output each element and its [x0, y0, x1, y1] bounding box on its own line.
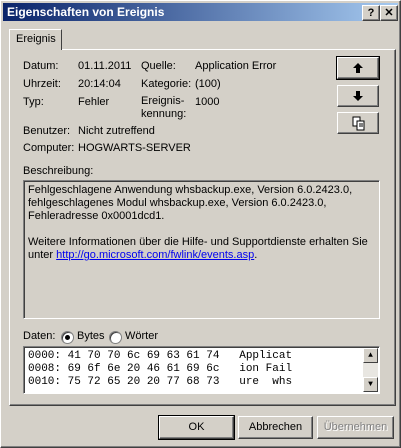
description-line-5-prefix: unter: [28, 249, 57, 261]
tab-ereignis[interactable]: Ereignis: [9, 29, 62, 50]
quelle-value: Application Error: [195, 60, 277, 72]
ok-button[interactable]: OK: [158, 415, 235, 440]
help-link[interactable]: http://go.microsoft.com/fwlink/events.as…: [56, 249, 254, 261]
computer-label: Computer:: [23, 142, 75, 154]
apply-button[interactable]: Übernehmen: [317, 416, 394, 439]
data-hex-box[interactable]: 0000: 41 70 70 6c 69 63 61 74 Applicat 0…: [23, 346, 380, 394]
description-label: Beschreibung:: [23, 165, 94, 177]
description-line-4: Weitere Informationen über die Hilfe- un…: [28, 236, 368, 248]
help-button[interactable]: ?: [362, 5, 380, 21]
description-box[interactable]: Fehlgeschlagene Anwendung whsbackup.exe,…: [23, 180, 380, 319]
words-label: Wörter: [125, 330, 158, 342]
kennung-label-2: kennung:: [141, 108, 187, 120]
bytes-label: Bytes: [77, 330, 105, 342]
uhrzeit-value: 20:14:04: [78, 78, 121, 90]
data-label: Daten:: [23, 330, 56, 342]
typ-value: Fehler: [78, 96, 110, 108]
tab-label: Ereignis: [16, 33, 56, 45]
datum-label: Datum:: [23, 60, 59, 72]
close-button[interactable]: ✕: [380, 5, 398, 21]
kennung-value: 1000: [195, 96, 220, 108]
arrow-down-icon: [353, 91, 363, 101]
copy-button[interactable]: [337, 112, 379, 134]
words-radio[interactable]: [109, 331, 122, 344]
cancel-button[interactable]: Abbrechen: [238, 416, 313, 439]
arrow-up-icon: [353, 63, 363, 73]
description-line-5: unter http://go.microsoft.com/fwlink/eve…: [28, 249, 257, 261]
hex-row: 0008: 69 6f 6e 20 46 61 69 6c ion Fail: [28, 363, 293, 375]
hex-scrollbar[interactable]: ▲ ▼: [363, 348, 378, 392]
datum-value: 01.11.2011: [78, 60, 132, 72]
computer-value: HOGWARTS-SERVER: [78, 142, 191, 154]
properties-dialog: Eigenschaften von Ereignis ? ✕ Ereignis …: [0, 0, 401, 448]
description-line-5-suffix: .: [254, 249, 258, 261]
benutzer-value: Nicht zutreffend: [78, 125, 155, 137]
window-title: Eigenschaften von Ereignis: [7, 5, 165, 19]
uhrzeit-label: Uhrzeit:: [23, 78, 61, 90]
cancel-label: Abbrechen: [248, 421, 303, 433]
description-line-3: Fehleradresse 0x0001dcd1.: [28, 210, 165, 222]
copy-icon: [352, 116, 365, 131]
scroll-up-icon[interactable]: ▲: [363, 348, 378, 363]
kennung-label-1: Ereignis-: [141, 95, 185, 107]
kategorie-value: (100): [195, 78, 221, 90]
hex-row: 0010: 75 72 65 20 20 77 68 73 ure whs: [28, 376, 293, 388]
next-event-button[interactable]: [337, 85, 379, 107]
apply-label: Übernehmen: [323, 421, 388, 433]
description-line-1: Fehlgeschlagene Anwendung whsbackup.exe,…: [28, 184, 353, 196]
bytes-radio[interactable]: [61, 331, 74, 344]
tab-panel: Datum: 01.11.2011 Uhrzeit: 20:14:04 Typ:…: [9, 49, 396, 406]
ok-label: OK: [188, 421, 205, 433]
hex-row: 0000: 41 70 70 6c 69 63 61 74 Applicat: [28, 350, 293, 362]
scroll-down-icon[interactable]: ▼: [363, 377, 378, 392]
quelle-label: Quelle:: [141, 60, 176, 72]
benutzer-label: Benutzer:: [23, 125, 71, 137]
title-bar[interactable]: Eigenschaften von Ereignis ? ✕: [3, 3, 398, 21]
description-line-2: fehlgeschlagenes Modul whsbackup.exe, Ve…: [28, 197, 327, 209]
typ-label: Typ:: [23, 96, 44, 108]
kategorie-label: Kategorie:: [141, 78, 192, 90]
previous-event-button[interactable]: [336, 56, 380, 80]
